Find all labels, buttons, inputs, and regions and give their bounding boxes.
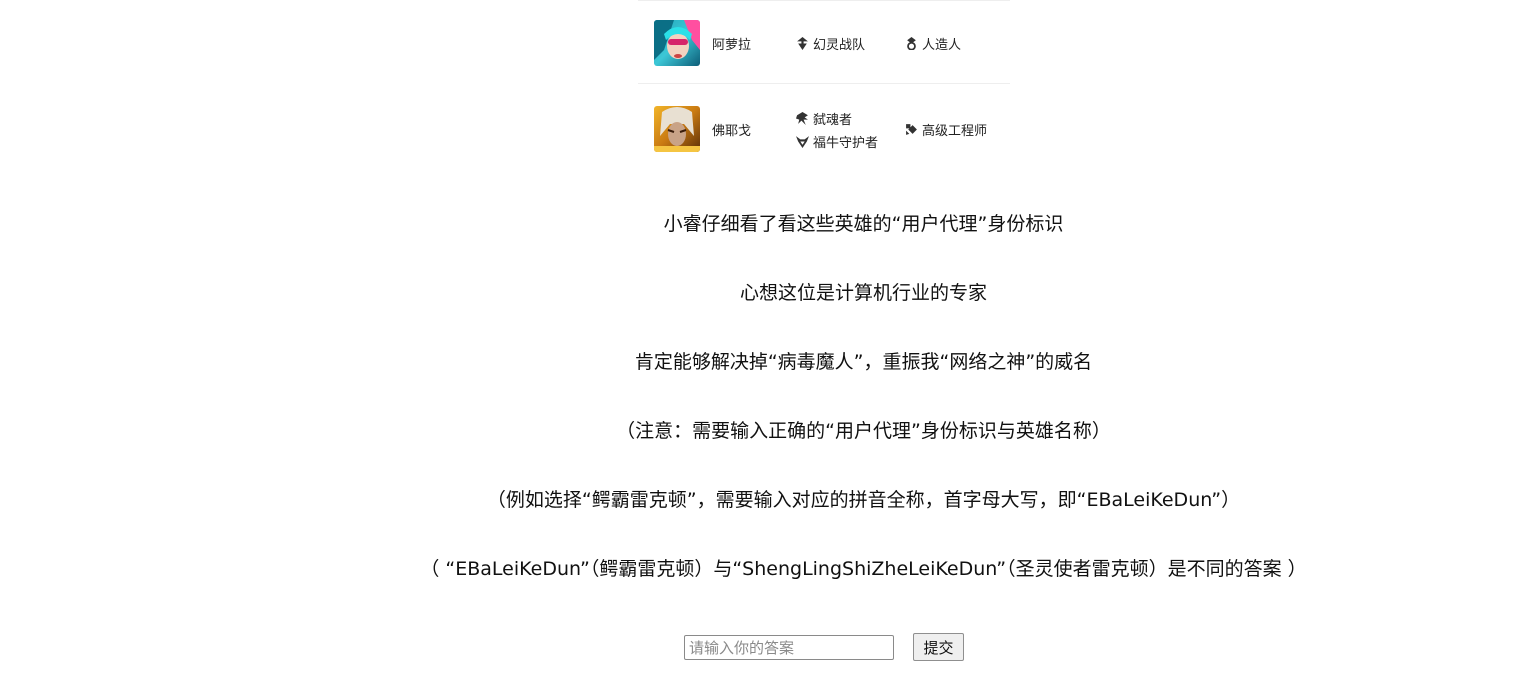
trait-origin: 福牛守护者 <box>796 132 878 151</box>
hero-table: 阿萝拉 幻灵战队 人造人 佛耶戈 弑魂者 福牛守护者 高级工程师 <box>638 0 1010 168</box>
soulslayer-icon <box>796 112 808 125</box>
hero-row: 阿萝拉 幻灵战队 人造人 <box>638 0 1010 83</box>
trait-class: 高级工程师 <box>905 120 987 139</box>
story-note-3: （ “EBaLeiKeDun”（鳄霸雷克顿）与“ShengLingShiZheL… <box>420 558 1307 580</box>
trait-origin: 弑魂者 <box>796 109 852 128</box>
trait-label: 人造人 <box>922 38 962 53</box>
trait-label: 弑魂者 <box>813 113 853 128</box>
hero-avatar-aurora <box>654 20 700 66</box>
trait-class: 人造人 <box>905 34 961 53</box>
page: 阿萝拉 幻灵战队 人造人 佛耶戈 弑魂者 福牛守护者 高级工程师 小睿仔细看了看… <box>0 0 1521 696</box>
submit-button[interactable]: 提交 <box>913 633 964 661</box>
trait-label: 福牛守护者 <box>813 136 879 151</box>
story-line-2: 心想这位是计算机行业的专家 <box>739 282 987 304</box>
phantom-squad-icon <box>797 37 808 50</box>
hero-row: 佛耶戈 弑魂者 福牛守护者 高级工程师 <box>638 83 1010 168</box>
trait-label: 幻灵战队 <box>813 38 866 53</box>
trait-label: 高级工程师 <box>922 124 988 139</box>
story-line-1: 小睿仔细看了看这些英雄的“用户代理”身份标识 <box>663 213 1064 235</box>
viego-avatar-icon <box>654 106 700 152</box>
trait-origin: 幻灵战队 <box>796 34 865 53</box>
aurora-avatar-icon <box>654 20 700 66</box>
ox-guardian-icon <box>796 136 809 148</box>
android-icon <box>907 37 916 50</box>
hero-avatar-viego <box>654 106 700 152</box>
hero-name: 阿萝拉 <box>712 38 752 53</box>
story-note-2: （例如选择“鳄霸雷克顿”，需要输入对应的拼音全称，首字母大写，即“EBaLeiK… <box>486 489 1241 511</box>
senior-engineer-icon <box>906 124 917 135</box>
answer-input[interactable] <box>684 635 894 660</box>
hero-name: 佛耶戈 <box>712 124 752 139</box>
story-note-1: （注意：需要输入正确的“用户代理”身份标识与英雄名称） <box>616 420 1111 442</box>
story-line-3: 肯定能够解决掉“病毒魔人”，重振我“网络之神”的威名 <box>634 351 1093 373</box>
